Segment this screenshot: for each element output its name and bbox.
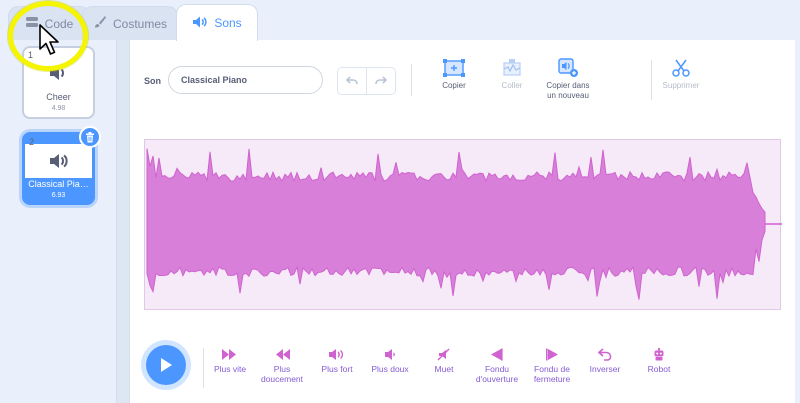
play-icon xyxy=(161,358,172,372)
fade-in-icon xyxy=(491,348,503,361)
effect-fade-in-button[interactable]: Fondu d'ouverture xyxy=(472,348,522,384)
effect-label: fermeture xyxy=(533,374,571,384)
effect-label: Fondu de xyxy=(534,364,570,374)
effect-label: Inverser xyxy=(589,364,621,374)
sound-editor: Son Copier Coller Copier dans un nouveau xyxy=(129,40,795,403)
effect-robot-button[interactable]: Robot xyxy=(642,348,676,374)
copy-button[interactable]: Copier xyxy=(431,58,477,91)
redo-icon xyxy=(375,76,387,85)
reverse-icon xyxy=(598,348,612,361)
sound-name: Classical Pia… xyxy=(28,179,89,189)
robot-icon xyxy=(654,348,664,361)
scissors-icon xyxy=(672,59,690,77)
sound-item-classical-piano[interactable]: 2 Classical Pia… 6.93 xyxy=(22,126,101,205)
tab-sounds[interactable]: Sons xyxy=(176,4,258,41)
redo-button[interactable] xyxy=(366,68,395,94)
tab-costumes[interactable]: Costumes xyxy=(82,6,178,40)
undo-icon xyxy=(346,76,358,85)
paste-icon xyxy=(503,59,521,76)
waveform-shape xyxy=(146,148,766,300)
effect-label: doucement xyxy=(260,374,304,384)
sound-duration: 4.98 xyxy=(51,105,66,112)
effect-label: Plus xyxy=(273,364,291,374)
delete-sound-button[interactable] xyxy=(79,126,101,148)
copy-to-new-icon xyxy=(558,58,578,77)
editor-toolbar: Son Copier Coller Copier dans un nouveau xyxy=(130,40,796,128)
effect-louder-button[interactable]: Plus fort xyxy=(318,348,356,374)
undo-button[interactable] xyxy=(338,68,366,94)
tab-sounds-label: Sons xyxy=(214,16,242,30)
effect-label: Plus fort xyxy=(321,364,353,374)
toolbar-divider xyxy=(651,60,652,100)
sound-thumbnail xyxy=(25,144,92,178)
effect-label: Plus doux xyxy=(371,364,409,374)
speaker-icon xyxy=(49,154,68,168)
delete-label: Supprimer xyxy=(662,81,700,90)
sound-list-divider xyxy=(117,40,129,403)
effect-label: Robot xyxy=(647,364,671,374)
waveform-display[interactable] xyxy=(144,139,782,310)
brush-icon xyxy=(93,15,107,32)
toolbar-divider xyxy=(411,64,412,96)
trash-icon xyxy=(86,131,94,142)
effect-label: d'ouverture xyxy=(475,374,519,384)
effect-label: Plus vite xyxy=(213,364,247,374)
effect-slower-button[interactable]: Plus doucement xyxy=(258,348,306,384)
effect-reverse-button[interactable]: Inverser xyxy=(585,348,625,374)
effect-fade-out-button[interactable]: Fondu de fermeture xyxy=(528,348,576,384)
sound-name-input[interactable] xyxy=(168,66,323,94)
copy-to-new-button[interactable]: Copier dans un nouveau xyxy=(538,58,598,101)
sound-duration: 6.93 xyxy=(51,192,66,199)
softer-icon xyxy=(385,349,395,360)
faster-icon xyxy=(222,349,236,360)
copy-icon xyxy=(443,59,465,77)
slower-icon xyxy=(276,349,290,360)
mute-icon xyxy=(437,348,450,361)
play-button[interactable] xyxy=(146,345,186,385)
sound-icon xyxy=(192,15,208,32)
effect-label: Muet xyxy=(434,364,454,374)
copy-to-new-label-2: un nouveau xyxy=(547,91,589,100)
tab-costumes-label: Costumes xyxy=(112,16,168,31)
copy-label: Copier xyxy=(442,81,466,90)
undo-redo-group xyxy=(337,67,396,95)
louder-icon xyxy=(329,349,344,360)
waveform xyxy=(146,148,782,300)
sound-name-label: Son xyxy=(144,76,161,86)
sound-name: Cheer xyxy=(46,92,71,102)
effect-mute-button[interactable]: Muet xyxy=(427,348,461,374)
mouse-cursor-icon xyxy=(39,24,59,55)
effect-faster-button[interactable]: Plus vite xyxy=(209,348,251,374)
effect-label: Fondu xyxy=(484,364,510,374)
controls-divider xyxy=(203,348,204,388)
tab-bar: Code Costumes Sons xyxy=(0,0,800,41)
paste-button[interactable]: Coller xyxy=(489,58,535,91)
effect-softer-button[interactable]: Plus doux xyxy=(368,348,412,374)
copy-to-new-label-1: Copier dans xyxy=(546,81,590,90)
paste-label: Coller xyxy=(501,81,523,90)
delete-button[interactable]: Supprimer xyxy=(657,58,705,91)
fade-out-icon xyxy=(546,348,558,361)
sound-number: 2 xyxy=(29,137,35,147)
